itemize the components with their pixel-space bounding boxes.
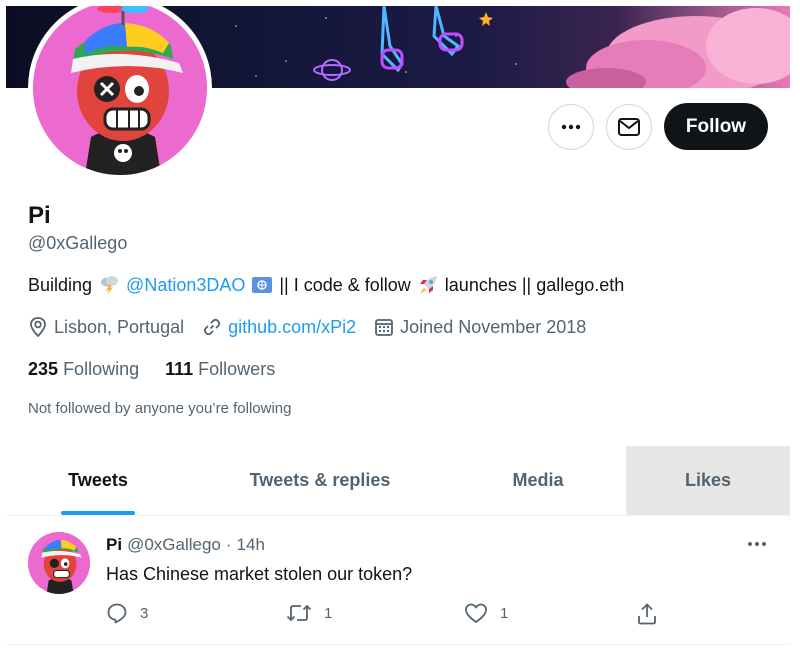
reply-button[interactable]: 3 bbox=[106, 602, 148, 624]
storm-emoji bbox=[101, 276, 119, 295]
tweet-author-handle[interactable]: @0xGallego bbox=[127, 535, 221, 555]
joined-item: Joined November 2018 bbox=[374, 317, 586, 338]
website-item: github.com/xPi2 bbox=[202, 317, 356, 338]
followers-count: 111 bbox=[165, 359, 194, 379]
follow-button[interactable]: Follow bbox=[664, 103, 768, 150]
location-icon bbox=[30, 317, 46, 338]
message-button[interactable] bbox=[606, 104, 652, 150]
mail-icon bbox=[618, 118, 640, 136]
location-item: Lisbon, Portugal bbox=[28, 316, 184, 338]
tab-tweets-replies[interactable]: Tweets & replies bbox=[190, 446, 450, 515]
more-icon bbox=[561, 124, 581, 130]
rocket-emoji bbox=[419, 276, 437, 294]
followers-label: Followers bbox=[198, 359, 276, 379]
joined-text: Joined November 2018 bbox=[400, 316, 587, 337]
like-icon bbox=[465, 603, 487, 623]
tweet-divider bbox=[6, 644, 790, 645]
tweet-author-name[interactable]: Pi bbox=[106, 535, 122, 555]
profile-name: Pi bbox=[28, 202, 51, 229]
bio-suffix: launches || gallego.eth bbox=[444, 274, 625, 295]
profile-avatar[interactable] bbox=[28, 6, 212, 180]
tab-tweets-replies-label: Tweets & replies bbox=[249, 470, 391, 490]
tweet-avatar[interactable] bbox=[28, 532, 90, 594]
tab-media-label: Media bbox=[512, 470, 564, 490]
tab-tweets-label: Tweets bbox=[68, 470, 128, 490]
retweet-button[interactable]: 1 bbox=[286, 602, 332, 624]
tweet-actions: 3 1 1 bbox=[106, 602, 666, 628]
bio-mention-link[interactable]: @Nation3DAO bbox=[126, 275, 245, 296]
tweet-more-button[interactable] bbox=[744, 532, 770, 556]
tab-likes-label: Likes bbox=[684, 470, 732, 490]
tweet-avatar-illustration bbox=[28, 532, 90, 594]
tweet-text: Has Chinese market stolen our token? bbox=[106, 564, 413, 584]
link-icon bbox=[203, 318, 221, 336]
retweet-count: 1 bbox=[324, 604, 333, 622]
tab-media[interactable]: Media bbox=[450, 446, 626, 515]
calendar-icon bbox=[375, 319, 394, 336]
character-illustration bbox=[33, 6, 207, 175]
following-label: Following bbox=[63, 359, 140, 379]
tab-tweets[interactable]: Tweets bbox=[6, 446, 190, 515]
retweet-icon bbox=[286, 604, 312, 622]
tweet-time[interactable]: 14h bbox=[237, 535, 265, 555]
reply-icon bbox=[107, 603, 127, 624]
active-tab-indicator bbox=[61, 511, 135, 515]
share-button[interactable] bbox=[636, 602, 670, 626]
profile-meta: Lisbon, Portugal github.com/xPi2 Joined … bbox=[28, 316, 604, 338]
more-options-button[interactable] bbox=[548, 104, 594, 150]
bio-prefix: Building bbox=[28, 274, 93, 295]
location-text: Lisbon, Portugal bbox=[54, 316, 185, 337]
profile-page: Follow Pi @0xGallego Building @Nation3DA… bbox=[6, 6, 790, 650]
avatar-image bbox=[33, 6, 207, 175]
like-button[interactable]: 1 bbox=[464, 602, 508, 624]
un-flag-emoji bbox=[252, 277, 273, 293]
website-link[interactable]: github.com/xPi2 bbox=[228, 317, 356, 338]
profile-bio: Building @Nation3DAO || I code & follow … bbox=[28, 274, 624, 296]
profile-handle: @0xGallego bbox=[28, 233, 128, 253]
following-link[interactable]: 235 Following bbox=[28, 359, 139, 380]
more-icon bbox=[748, 542, 766, 546]
followers-link[interactable]: 111 Followers bbox=[165, 359, 275, 380]
like-count: 1 bbox=[500, 604, 509, 622]
tab-likes[interactable]: Likes bbox=[626, 446, 790, 515]
following-count: 235 bbox=[28, 359, 59, 379]
profile-tabs: Tweets Tweets & replies Media Likes bbox=[6, 446, 790, 516]
share-icon bbox=[638, 603, 656, 625]
follow-counts: 235 Following 111 Followers bbox=[28, 359, 301, 380]
tweet-header: Pi @0xGallego · 14h bbox=[106, 535, 265, 555]
tweet-separator: · bbox=[225, 535, 232, 554]
bio-middle: || I code & follow bbox=[279, 274, 411, 295]
reply-count: 3 bbox=[140, 604, 149, 622]
not-followed-note: Not followed by anyone you’re following bbox=[28, 400, 292, 417]
